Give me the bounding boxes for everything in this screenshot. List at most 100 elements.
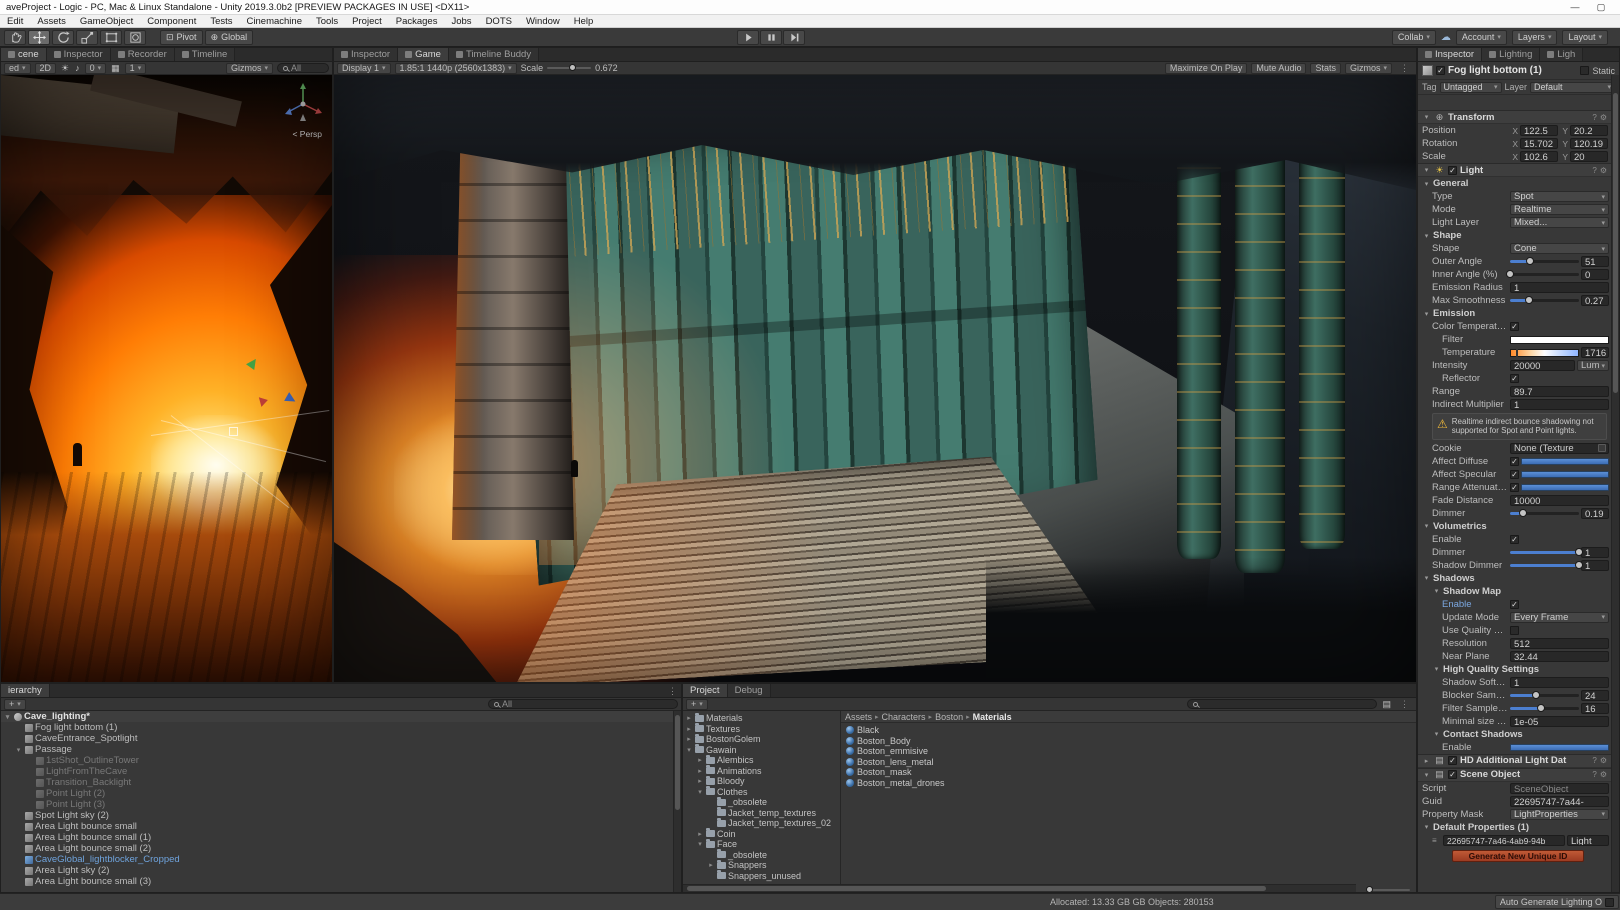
field-emission-radius[interactable]: 1 xyxy=(1510,282,1609,293)
hierarchy-item[interactable]: 1stShot_OutlineTower xyxy=(1,755,673,766)
inspector-scrollbar[interactable] xyxy=(1611,75,1619,892)
vector-field-y[interactable]: 20.2 xyxy=(1570,125,1608,136)
component-header-light[interactable]: ▾☀✓Light?⚙ xyxy=(1418,163,1611,177)
field-guid[interactable]: 22695747-7a44- xyxy=(1510,796,1609,807)
expand-arrow-icon[interactable]: ▸ xyxy=(696,767,704,775)
transform-tool-button[interactable] xyxy=(124,30,146,45)
foldout-arrow-icon[interactable]: ▸ xyxy=(1422,757,1431,765)
drag-handle-icon[interactable]: ≡ xyxy=(1432,836,1441,845)
global-toggle-button[interactable]: ⊕Global xyxy=(205,30,254,45)
slider-value[interactable]: 0 xyxy=(1581,269,1609,280)
layers-button[interactable]: Layers▾ xyxy=(1512,30,1558,45)
asset-item[interactable]: Boston_mask xyxy=(841,767,1416,778)
foldout-arrow-icon[interactable]: ▾ xyxy=(1432,730,1441,738)
hierarchy-item[interactable]: Area Light bounce small (1) xyxy=(1,832,673,843)
tab[interactable]: Inspector xyxy=(47,48,111,61)
pivot-toggle-button[interactable]: ⊡Pivot xyxy=(160,30,203,45)
checkbox-enable[interactable]: ✓ xyxy=(1510,600,1519,609)
generate-new-unique-id-button[interactable]: Generate New Unique ID xyxy=(1452,850,1584,862)
panel-menu-icon[interactable]: ⋮ xyxy=(1396,63,1413,74)
help-icon[interactable]: ? xyxy=(1592,166,1596,175)
asset-item[interactable]: Boston_lens_metal xyxy=(841,757,1416,768)
color-swatch[interactable] xyxy=(1510,336,1609,344)
expand-arrow-icon[interactable]: ▸ xyxy=(707,861,715,869)
gear-icon[interactable]: ⚙ xyxy=(1600,166,1607,175)
rotate-tool-button[interactable] xyxy=(52,30,74,45)
foldout-label[interactable]: Volumetrics xyxy=(1433,521,1487,532)
foldout-arrow-icon[interactable]: ▾ xyxy=(1422,771,1431,779)
toggle-bar[interactable] xyxy=(1510,744,1609,751)
menu-item[interactable]: Project xyxy=(345,16,389,27)
cloud-icon[interactable]: ☁ xyxy=(1441,32,1451,43)
window-maximize-button[interactable]: ▢ xyxy=(1588,2,1614,13)
dropdown-light-layer[interactable]: Mixed...▾ xyxy=(1510,217,1609,228)
folder-item[interactable]: ▾ Clothes xyxy=(683,787,840,798)
camera-dropdown[interactable]: 1▾ xyxy=(125,63,147,74)
folder-item[interactable]: ▸ BostonGolem xyxy=(683,734,840,745)
gear-icon[interactable]: ⚙ xyxy=(1600,756,1607,765)
guid-target[interactable]: Light xyxy=(1567,835,1609,846)
scene-search-input[interactable]: All xyxy=(277,63,329,73)
slider-value[interactable]: 24 xyxy=(1581,690,1609,701)
persp-label[interactable]: < Persp xyxy=(292,129,322,139)
folder-item[interactable]: _obsolete xyxy=(683,850,840,861)
hierarchy-item[interactable]: Fog light bottom (1) xyxy=(1,722,673,733)
slider-knob[interactable] xyxy=(1519,509,1527,517)
vector-field-x[interactable]: 122.5 xyxy=(1520,125,1558,136)
hierarchy-item[interactable]: CaveEntrance_Spotlight xyxy=(1,733,673,744)
object-picker-icon[interactable] xyxy=(1598,444,1606,452)
expand-arrow-icon[interactable]: ▾ xyxy=(685,746,693,754)
play-button[interactable] xyxy=(737,30,759,45)
dropdown-property-mask[interactable]: LightProperties▾ xyxy=(1510,809,1609,820)
field-range[interactable]: 89.7 xyxy=(1510,386,1609,397)
gradient-value[interactable]: 1716 xyxy=(1581,347,1609,358)
static-checkbox[interactable] xyxy=(1580,66,1589,75)
grid-icon[interactable]: ▦ xyxy=(110,63,121,74)
hierarchy-item[interactable]: Transition_Backlight xyxy=(1,777,673,788)
move-tool-button[interactable] xyxy=(28,30,50,45)
expand-arrow-icon[interactable]: ▸ xyxy=(696,756,704,764)
slider-knob[interactable] xyxy=(1537,704,1545,712)
folder-item[interactable]: ▸ Textures xyxy=(683,724,840,735)
expand-arrow-icon[interactable]: ▸ xyxy=(696,777,704,785)
field-minimal-size-of-t[interactable]: 1e-05 xyxy=(1510,716,1609,727)
folder-item[interactable]: ▸ Materials xyxy=(683,713,840,724)
2d-toggle-button[interactable]: 2D xyxy=(35,63,57,74)
menu-item[interactable]: Packages xyxy=(389,16,445,27)
slider-knob[interactable] xyxy=(1532,691,1540,699)
folder-item[interactable]: Jacket_temp_textures_02 xyxy=(683,818,840,829)
object-field[interactable]: None (Texture xyxy=(1510,443,1609,454)
folder-item[interactable]: ▾ Gawain xyxy=(683,745,840,756)
effects-dropdown[interactable]: 0▾ xyxy=(85,63,107,74)
foldout-arrow-icon[interactable]: ▾ xyxy=(1422,574,1431,582)
help-icon[interactable]: ? xyxy=(1592,770,1596,779)
component-header-transform[interactable]: ▾⊕Transform?⚙ xyxy=(1418,110,1611,124)
foldout-label[interactable]: Contact Shadows xyxy=(1443,729,1523,740)
checkbox-color-temperature[interactable]: ✓ xyxy=(1510,322,1519,331)
display-dropdown[interactable]: Display 1▾ xyxy=(337,63,391,74)
tab[interactable]: Ligh xyxy=(1540,48,1583,61)
gear-icon[interactable]: ⚙ xyxy=(1600,770,1607,779)
slider-shadow-dimmer[interactable] xyxy=(1510,560,1579,571)
folder-item[interactable]: Snappers_unused xyxy=(683,871,840,882)
folder-item[interactable]: ▸ Coin xyxy=(683,829,840,840)
menu-item[interactable]: Cinemachine xyxy=(240,16,309,27)
field-fade-distance[interactable]: 10000 xyxy=(1510,495,1609,506)
checkbox-use-quality-sett[interactable] xyxy=(1510,626,1519,635)
gear-icon[interactable]: ⚙ xyxy=(1600,113,1607,122)
tab[interactable]: Inspector xyxy=(334,48,398,61)
expand-arrow-icon[interactable]: ▸ xyxy=(696,830,704,838)
layout-button[interactable]: Layout▾ xyxy=(1562,30,1608,45)
asset-item[interactable]: Boston_Body xyxy=(841,736,1416,747)
dropdown-type[interactable]: Spot▾ xyxy=(1510,191,1609,202)
temperature-gradient[interactable] xyxy=(1510,349,1579,357)
tab[interactable]: cene xyxy=(1,48,47,61)
tab[interactable]: Debug xyxy=(728,684,771,697)
hidden-packages-icon[interactable]: ▤ xyxy=(1381,699,1392,710)
auto-generate-lighting-toggle[interactable]: Auto Generate Lighting O xyxy=(1495,895,1619,909)
folder-item[interactable]: ▾ Face xyxy=(683,839,840,850)
slider-knob[interactable] xyxy=(1575,548,1583,556)
hierarchy-item[interactable]: ▾ Cave_lighting* xyxy=(1,711,673,722)
maximize-on-play-button[interactable]: Maximize On Play xyxy=(1165,63,1248,74)
breadcrumb-item[interactable]: Assets▸ xyxy=(845,712,879,722)
